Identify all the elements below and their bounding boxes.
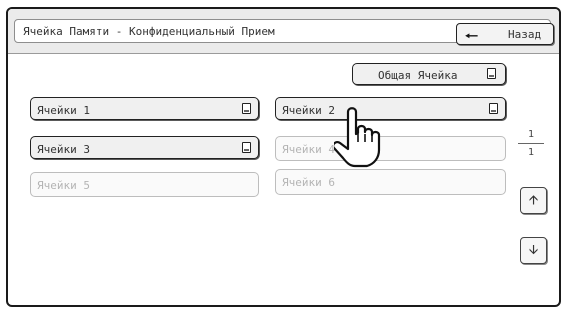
scroll-up-button[interactable]: 🡩 xyxy=(520,187,547,214)
scroll-down-icon: 🡫 xyxy=(528,243,539,258)
title-bar: Ячейка Памяти - Конфиденциальный Прием 🠐… xyxy=(8,9,559,54)
cell-label-3: Ячейки 3 xyxy=(37,143,90,156)
page-divider xyxy=(518,143,544,144)
page-total: 1 xyxy=(527,147,535,158)
panel-frame: Ячейка Памяти - Конфиденциальный Прием 🠐… xyxy=(6,7,561,307)
left-arrow-icon: 🠐 xyxy=(465,27,479,45)
cell-label-1: Ячейки 1 xyxy=(37,104,90,117)
scroll-down-button[interactable]: 🡫 xyxy=(520,237,547,264)
cell-label-5: Ячейки 5 xyxy=(37,179,90,192)
document-icon xyxy=(242,103,251,114)
cell-label-2: Ячейки 2 xyxy=(282,104,335,117)
cell-button-6[interactable]: Ячейки 6 xyxy=(275,169,506,195)
document-icon xyxy=(489,103,498,114)
page-current: 1 xyxy=(527,129,535,140)
back-button-label: Назад xyxy=(508,28,542,41)
common-cell-button[interactable]: Общая Ячейка xyxy=(352,63,506,85)
cell-button-3[interactable]: Ячейки 3 xyxy=(30,136,259,159)
scroll-up-icon: 🡩 xyxy=(528,193,539,208)
common-cell-label: Общая Ячейка xyxy=(378,69,458,82)
document-icon xyxy=(242,142,251,153)
cell-label-6: Ячейки 6 xyxy=(282,176,335,189)
hand-pointer-icon xyxy=(334,107,381,168)
cell-button-1[interactable]: Ячейки 1 xyxy=(30,97,259,120)
cell-label-4: Ячейки 4 xyxy=(282,143,335,156)
cell-button-5[interactable]: Ячейки 5 xyxy=(30,172,259,197)
document-icon xyxy=(487,68,496,79)
page-indicator: 1 1 xyxy=(516,129,546,158)
page-title: Ячейка Памяти - Конфиденциальный Прием xyxy=(23,25,275,38)
back-button[interactable]: 🠐 Назад xyxy=(456,23,554,45)
